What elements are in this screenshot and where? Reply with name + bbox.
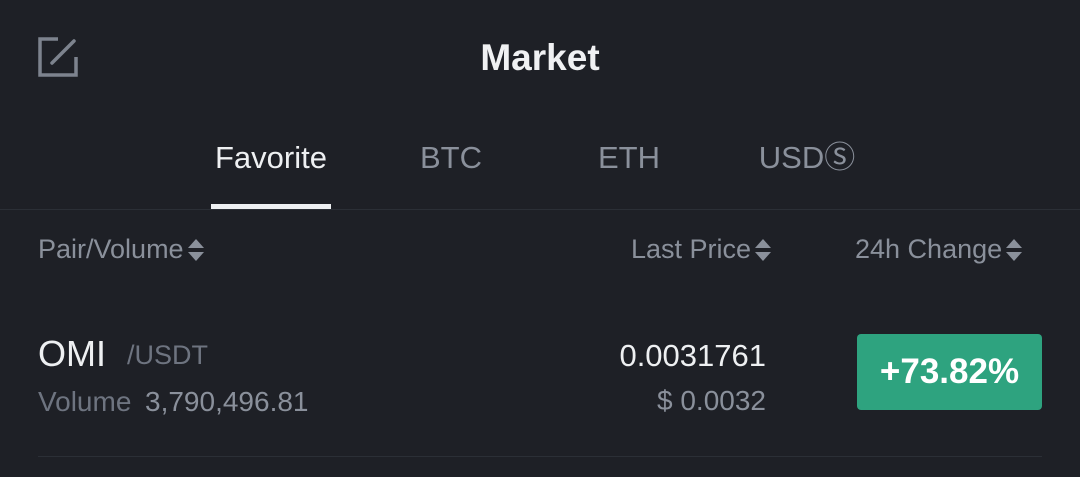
- tab-label: USDⓈ: [758, 140, 856, 175]
- last-price: 0.0031761: [619, 338, 766, 373]
- row-divider: [38, 456, 1042, 457]
- tab-label: ETH: [598, 140, 660, 175]
- column-header-last-price[interactable]: Last Price: [631, 231, 772, 267]
- tab-label: BTC: [420, 140, 482, 175]
- column-header-24h-change[interactable]: 24h Change: [855, 231, 1023, 267]
- pair-base-asset: OMI: [38, 333, 106, 374]
- column-header-label: Pair/Volume: [38, 234, 184, 264]
- column-header-pair-volume[interactable]: Pair/Volume: [38, 231, 205, 267]
- volume-value: 3,790,496.81: [145, 386, 309, 417]
- change-badge[interactable]: +73.82%: [857, 334, 1042, 410]
- sort-icon: [1005, 236, 1023, 262]
- tabs-divider: [0, 209, 1080, 210]
- tab-label: Favorite: [215, 140, 327, 175]
- fiat-price: $ 0.0032: [657, 385, 766, 416]
- pair-quote-asset: /USDT: [127, 340, 208, 370]
- volume-label: Volume: [38, 386, 132, 417]
- tab-btc[interactable]: BTC: [411, 138, 491, 208]
- page-title: Market: [480, 37, 600, 78]
- tab-usds[interactable]: USDⓈ: [754, 138, 860, 208]
- tab-favorite[interactable]: Favorite: [211, 138, 331, 209]
- column-header-label: Last Price: [631, 234, 752, 264]
- sort-icon: [754, 236, 772, 262]
- market-screen: Market Favorite BTC ETH USDⓈ Pair/Volume…: [0, 0, 1080, 477]
- tab-eth[interactable]: ETH: [589, 138, 669, 208]
- sort-icon: [187, 236, 205, 262]
- column-header-label: 24h Change: [855, 234, 1003, 264]
- market-tabs: Favorite BTC ETH USDⓈ: [0, 138, 1080, 209]
